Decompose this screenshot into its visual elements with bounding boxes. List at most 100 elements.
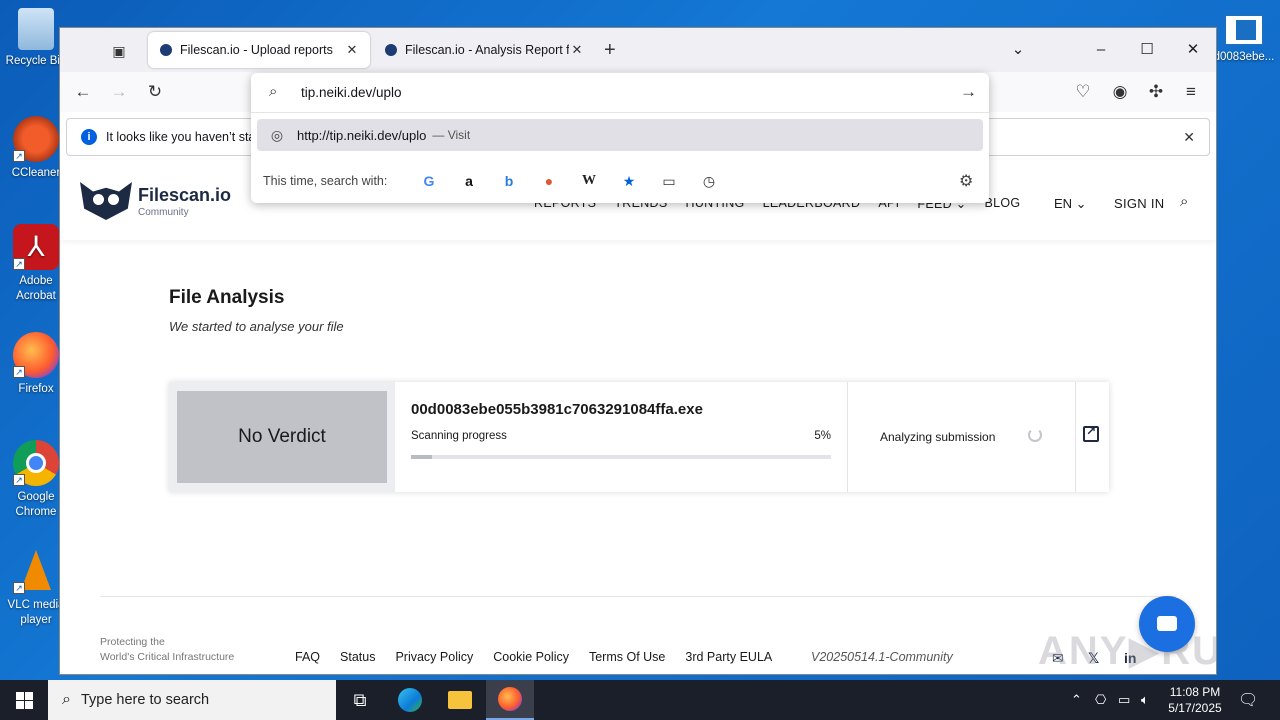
sign-in-link[interactable]: SIGN IN	[1114, 196, 1165, 211]
info-icon: i	[81, 129, 97, 145]
vlc-image: ↗	[13, 548, 59, 594]
search-with-label: This time, search with:	[263, 174, 388, 188]
history-icon[interactable]: ◷	[699, 171, 719, 191]
volume-icon[interactable]: 🔈︎	[1141, 692, 1149, 708]
tagline-line: Protecting the	[100, 636, 165, 648]
desktop-icon-label: VLC media player	[7, 599, 65, 626]
file-name: 00d0083ebe055b3981c7063291084ffa.exe	[411, 401, 703, 418]
desktop-icon-label: Adobe Acrobat	[16, 275, 56, 302]
progress-track	[411, 455, 831, 459]
close-window-button[interactable]: ✕	[1170, 38, 1216, 62]
task-view-icon[interactable]: ⧉	[336, 680, 384, 720]
footer-link-privacy[interactable]: Privacy Policy	[395, 650, 473, 664]
close-tab-icon[interactable]: ✕	[344, 42, 360, 58]
filescan-favicon-icon	[160, 44, 172, 56]
footer-link-faq[interactable]: FAQ	[295, 650, 320, 664]
desktop-icon-label: Google Chrome	[15, 491, 57, 518]
divider	[847, 382, 848, 492]
network-icon[interactable]: ▭	[1118, 692, 1130, 708]
version-text: V20250514.1-Community	[811, 650, 953, 664]
wikipedia-icon[interactable]: W	[579, 171, 599, 191]
tab-title: Filescan.io - Upload reports	[180, 43, 333, 57]
globe-icon: ◎	[270, 126, 284, 143]
footer-link-eula[interactable]: 3rd Party EULA	[685, 650, 772, 664]
taskbar: ⌕ Type here to search ⧉ ⌃ ⎔ ▭ 🔈︎ 11:08 P…	[0, 680, 1280, 720]
file-image	[1224, 14, 1264, 46]
page-subtitle: We started to analyse your file	[169, 319, 344, 334]
site-search-icon[interactable]: ⌕	[1180, 193, 1188, 210]
menu-icon[interactable]: ≡	[1178, 80, 1204, 104]
site-logo[interactable]: Filescan.io Community	[80, 180, 231, 222]
gear-icon[interactable]: ⚙	[959, 171, 973, 191]
amazon-icon[interactable]: a	[459, 171, 479, 191]
account-icon[interactable]: ◉	[1107, 80, 1133, 104]
tab-list-icon[interactable]: ▣	[108, 40, 130, 62]
footer-tagline: Protecting the World's Critical Infrastr…	[100, 635, 234, 665]
tab-analysis-report[interactable]: Filescan.io - Analysis Report for ✕	[373, 32, 595, 68]
web-page: Filescan.io Community REPORTS TRENDS HUN…	[60, 160, 1216, 674]
tagline-line: World's Critical Infrastructure	[100, 651, 235, 663]
open-external-icon[interactable]	[1083, 424, 1099, 442]
tabs-icon[interactable]: ▭	[659, 171, 679, 191]
network-device-icon[interactable]: ⎔	[1095, 692, 1106, 708]
spinner-icon	[1028, 428, 1042, 442]
chat-icon[interactable]	[1139, 596, 1195, 652]
nav-blog[interactable]: BLOG	[985, 196, 1021, 211]
firefox-taskbar-icon[interactable]	[486, 680, 534, 720]
tab-overflow-icon[interactable]: ⌄	[995, 38, 1041, 62]
progress-label: Scanning progress	[411, 430, 507, 442]
search-icon: ⌕	[62, 691, 71, 708]
notifications-icon[interactable]: 🗨︎	[1238, 690, 1258, 710]
clock-date: 5/17/2025	[1168, 701, 1222, 715]
go-arrow-icon[interactable]: →	[960, 82, 977, 102]
footer-divider	[100, 596, 1176, 597]
reload-button[interactable]: ↻	[142, 80, 168, 104]
taskbar-search-placeholder: Type here to search	[80, 692, 210, 708]
footer-links: FAQ Status Privacy Policy Cookie Policy …	[295, 650, 772, 664]
footer-link-cookie[interactable]: Cookie Policy	[493, 650, 569, 664]
footer-link-status[interactable]: Status	[340, 650, 375, 664]
edge-icon[interactable]	[386, 680, 434, 720]
close-notification-icon[interactable]: ✕	[1183, 129, 1195, 146]
search-icon: ⌕	[269, 83, 278, 100]
pocket-icon[interactable]: ♡	[1070, 80, 1096, 104]
url-suggestion[interactable]: ◎ http://tip.neiki.dev/uplo — Visit	[257, 119, 983, 151]
progress-percent: 5%	[814, 430, 831, 442]
new-tab-button[interactable]: +	[604, 40, 616, 60]
bing-icon[interactable]: b	[499, 171, 519, 191]
brand-name: Filescan.io	[138, 184, 232, 205]
language-selector[interactable]: EN ⌄	[1054, 196, 1087, 212]
tab-title: Filescan.io - Analysis Report for	[405, 43, 569, 57]
desktop-file-icon[interactable]: d0083ebe...	[1208, 14, 1280, 65]
start-button[interactable]	[0, 680, 48, 720]
suggestion-url: http://tip.neiki.dev/uplo	[297, 127, 427, 143]
duckduckgo-icon[interactable]: ●	[539, 171, 559, 191]
clock[interactable]: 11:08 PM 5/17/2025	[1163, 684, 1227, 716]
close-tab-icon[interactable]: ✕	[569, 42, 585, 58]
forward-button[interactable]: →	[106, 80, 132, 104]
tray-chevron-icon[interactable]: ⌃	[1071, 692, 1082, 708]
suggestion-action: — Visit	[432, 128, 471, 142]
desktop-icon-label: d0083ebe...	[1213, 51, 1275, 63]
file-explorer-icon[interactable]	[436, 680, 484, 720]
minimize-button[interactable]: –	[1078, 38, 1124, 62]
footer-link-terms[interactable]: Terms Of Use	[589, 650, 665, 664]
status-text: Analyzing submission	[880, 430, 996, 444]
extensions-icon[interactable]: ✣	[1143, 80, 1169, 104]
page-title: File Analysis	[169, 287, 285, 308]
notification-text: It looks like you haven’t star	[106, 130, 260, 144]
bookmarks-icon[interactable]: ★	[619, 171, 639, 191]
divider	[1075, 382, 1076, 492]
brand-sub: Community	[138, 206, 189, 218]
url-input[interactable]: tip.neiki.dev/uplo	[301, 85, 402, 100]
taskbar-search[interactable]: ⌕ Type here to search	[48, 680, 336, 720]
analysis-card: No Verdict 00d0083ebe055b3981c7063291084…	[169, 382, 1109, 492]
tab-upload-reports[interactable]: Filescan.io - Upload reports ✕	[148, 32, 370, 68]
filescan-favicon-icon	[385, 44, 397, 56]
back-button[interactable]: ←	[70, 80, 96, 104]
maximize-button[interactable]: ☐	[1124, 38, 1170, 62]
ccleaner-image: ↗	[13, 116, 59, 162]
google-icon[interactable]: G	[419, 171, 439, 191]
firefox-image: ↗	[13, 332, 59, 378]
url-dropdown: ⌕ tip.neiki.dev/uplo → ◎ http://tip.neik…	[251, 73, 989, 203]
